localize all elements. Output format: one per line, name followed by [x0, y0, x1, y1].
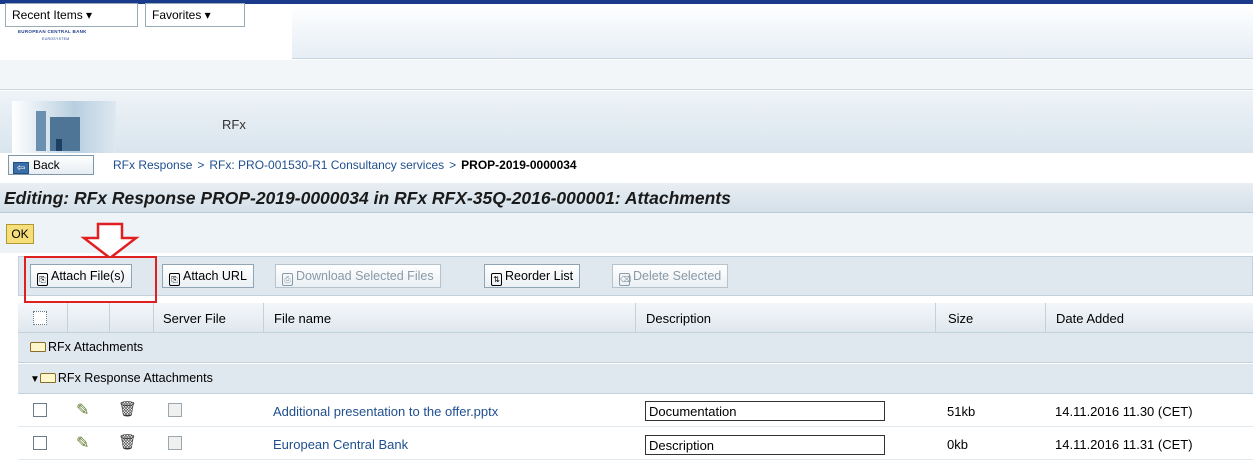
- server-file-checkbox[interactable]: [168, 436, 182, 450]
- trash-icon[interactable]: 🗑: [118, 400, 137, 418]
- breadcrumb-separator: >: [197, 158, 205, 172]
- back-label: Back: [33, 158, 60, 172]
- expand-triangle-icon: ▼: [30, 374, 40, 385]
- back-arrow-icon: ⇦: [13, 162, 29, 174]
- row-checkbox[interactable]: [33, 436, 47, 450]
- page-banner: [0, 91, 1253, 153]
- delete-selected-label: Delete Selected: [633, 269, 722, 283]
- building-image: [12, 101, 116, 153]
- file-size: 0kb: [947, 437, 968, 452]
- download-selected-button[interactable]: ⎙ Download Selected Files: [275, 264, 441, 288]
- group-rfx-attachments[interactable]: RFx Attachments: [18, 333, 1253, 363]
- breadcrumb-current: PROP-2019-0000034: [461, 158, 577, 172]
- breadcrumb: RFx Response > RFx: PRO-001530-R1 Consulta…: [113, 158, 577, 172]
- reorder-icon: ⇅: [491, 273, 502, 286]
- favorites-menu[interactable]: Favorites ▾: [145, 3, 245, 27]
- description-input[interactable]: [645, 435, 885, 455]
- attach-url-button[interactable]: ⎘ Attach URL: [162, 264, 254, 288]
- description-input[interactable]: [645, 401, 885, 421]
- group-label: RFx Response Attachments: [57, 371, 213, 385]
- action-bar: [0, 213, 1253, 253]
- file-name-link[interactable]: Additional presentation to the offer.ppt…: [273, 404, 498, 419]
- folder-icon: [39, 373, 56, 383]
- select-all-checkbox[interactable]: [33, 311, 47, 325]
- header-server-file: Server File: [153, 303, 263, 333]
- recent-items-menu[interactable]: Recent Items ▾: [5, 3, 138, 27]
- breadcrumb-rfx[interactable]: RFx: PRO-001530-R1 Consultancy services: [209, 158, 444, 172]
- edit-pencil-icon[interactable]: ✎: [76, 433, 89, 453]
- header-description: Description: [635, 303, 935, 333]
- reorder-list-label: Reorder List: [505, 269, 574, 283]
- file-size: 51kb: [947, 404, 976, 419]
- breadcrumb-rfx-response[interactable]: RFx Response: [113, 158, 192, 172]
- header-delete: [109, 303, 153, 333]
- logo-sub: EUROSYSTEM: [42, 37, 70, 41]
- logo-name: EUROPEAN CENTRAL BANK: [18, 29, 87, 34]
- file-name-link[interactable]: European Central Bank: [273, 437, 408, 452]
- down-arrow-annotation-icon: [80, 222, 140, 260]
- row-checkbox[interactable]: [33, 403, 47, 417]
- folder-icon: [30, 342, 46, 352]
- group-rfx-response-attachments[interactable]: ▼ RFx Response Attachments: [18, 364, 1253, 394]
- header-file-name: File name: [263, 303, 635, 333]
- delete-selected-button[interactable]: ⌫ Delete Selected: [612, 264, 729, 288]
- edit-pencil-icon[interactable]: ✎: [76, 400, 89, 420]
- header-size: Size: [935, 303, 1045, 333]
- header-date-added: Date Added: [1045, 303, 1253, 333]
- attach-url-label: Attach URL: [183, 269, 247, 283]
- trash-icon[interactable]: 🗑: [118, 433, 137, 451]
- trash-icon: ⌫: [619, 273, 632, 286]
- highlight-box: [24, 256, 157, 303]
- download-selected-label: Download Selected Files: [296, 269, 434, 283]
- back-button[interactable]: ⇦ Back: [8, 155, 94, 175]
- page-title: Editing: RFx Response PROP-2019-0000034 …: [4, 188, 731, 208]
- reorder-list-button[interactable]: ⇅ Reorder List: [484, 264, 581, 288]
- menu-bar: [0, 60, 1253, 90]
- attach-icon: ⎘: [169, 273, 180, 286]
- date-added: 14.11.2016 11.30 (CET): [1055, 404, 1193, 419]
- server-file-checkbox[interactable]: [168, 403, 182, 417]
- group-label: RFx Attachments: [48, 340, 144, 354]
- banner-title: RFx: [222, 117, 246, 132]
- ok-button[interactable]: OK: [6, 224, 34, 244]
- breadcrumb-separator: >: [449, 158, 457, 172]
- download-icon: ⎙: [282, 273, 293, 286]
- date-added: 14.11.2016 11.31 (CET): [1055, 437, 1193, 452]
- header-edit: [67, 303, 109, 333]
